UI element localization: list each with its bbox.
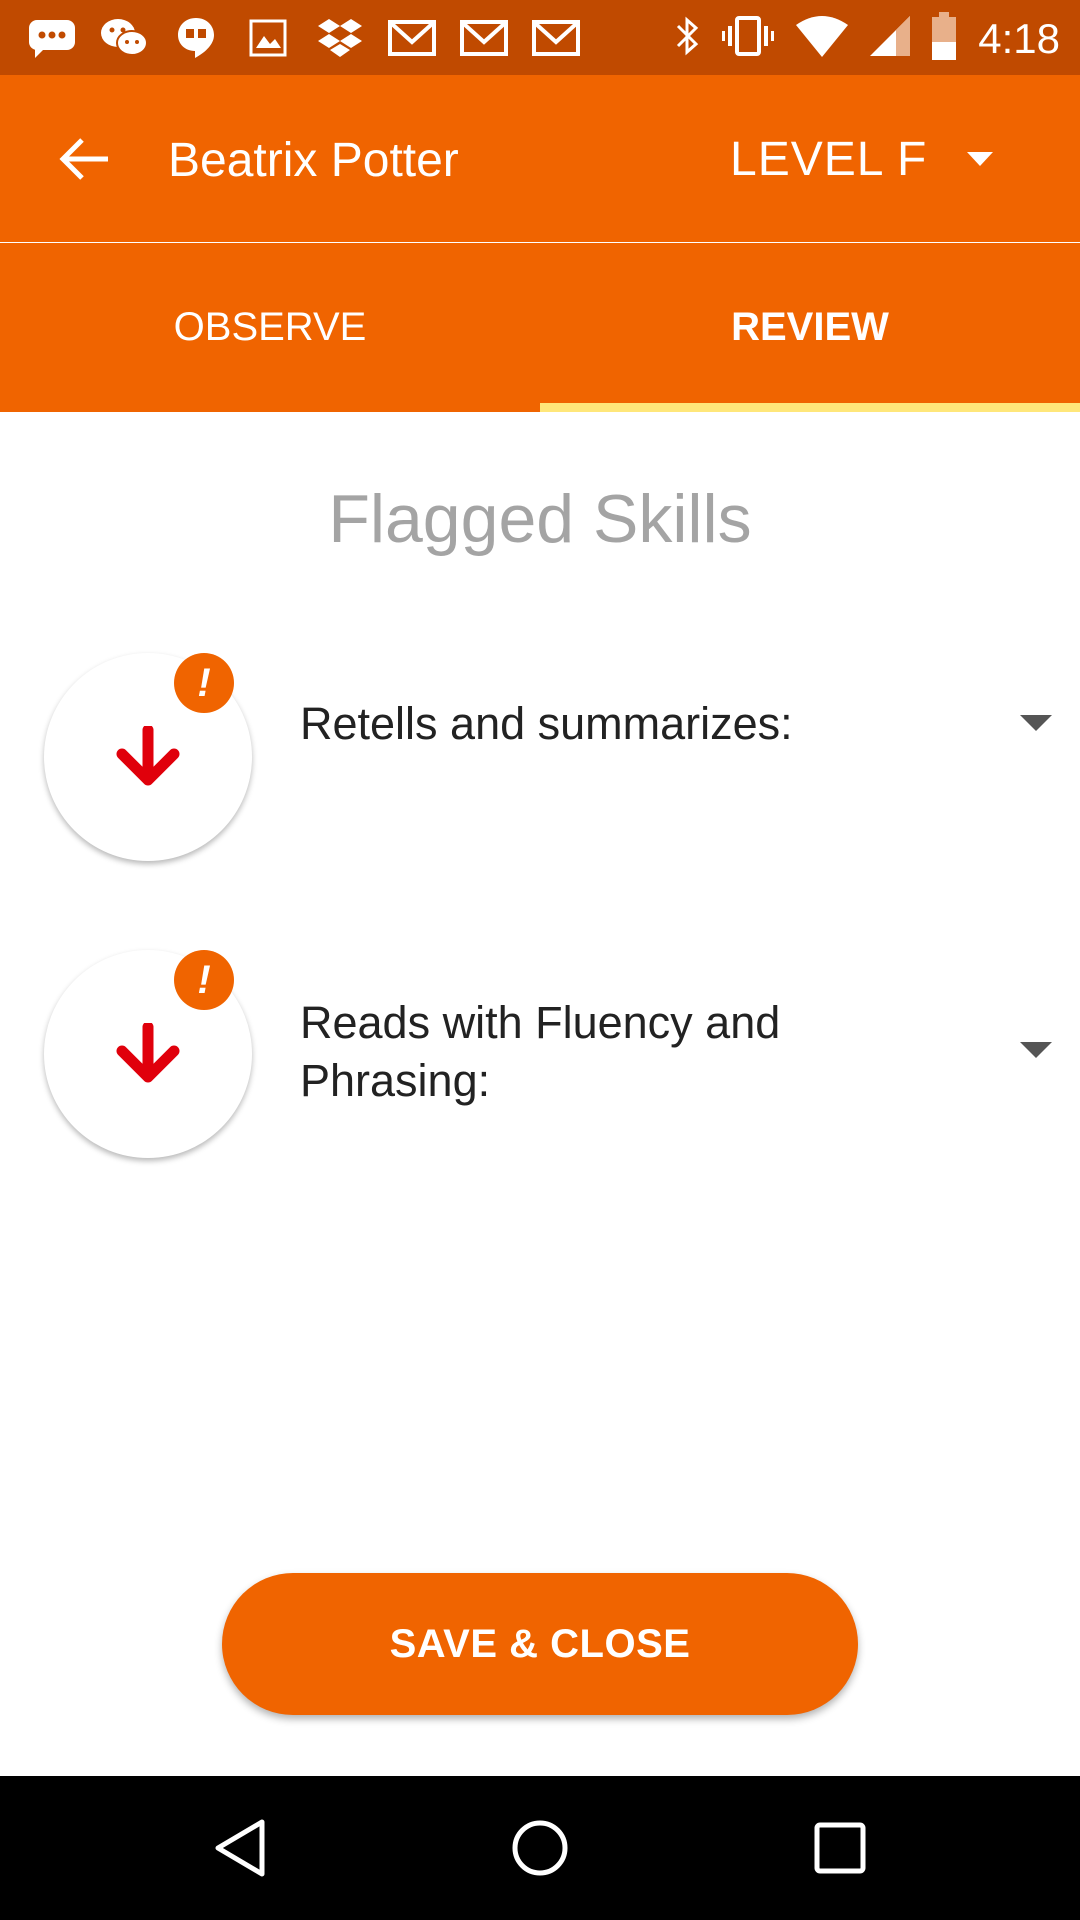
student-name: Beatrix Potter	[168, 134, 459, 187]
hangouts-icon	[170, 14, 222, 62]
tab-review-label: REVIEW	[731, 305, 889, 349]
expand-caret-icon[interactable]	[1018, 1038, 1054, 1062]
gmail-icon	[386, 14, 438, 62]
skill-label: Retells and summarizes:	[300, 698, 793, 749]
nav-home-button[interactable]	[500, 1808, 580, 1888]
tab-observe-label: OBSERVE	[173, 305, 367, 349]
gallery-icon	[242, 14, 294, 62]
system-icons: 4:18	[674, 12, 1060, 65]
clock: 4:18	[978, 14, 1060, 62]
expand-caret-icon[interactable]	[1018, 711, 1054, 735]
circle-home-icon	[512, 1820, 568, 1876]
nav-recents-button[interactable]	[800, 1808, 880, 1888]
page-title: Flagged Skills	[328, 481, 752, 557]
notification-icons	[26, 14, 582, 62]
app-toolbar: Beatrix Potter LEVEL F	[0, 75, 1080, 243]
level-label: LEVEL F	[730, 132, 928, 186]
tab-observe[interactable]: OBSERVE	[0, 243, 540, 412]
caret-down-icon	[967, 152, 994, 166]
flag-alert-icon: !	[174, 950, 234, 1010]
square-recents-icon	[814, 1822, 866, 1874]
cell-signal-icon	[870, 16, 911, 61]
tab-review[interactable]: REVIEW	[540, 243, 1080, 412]
level-dropdown[interactable]: LEVEL F	[730, 127, 994, 191]
save-close-label: SAVE & CLOSE	[389, 1621, 691, 1666]
vibrate-icon	[722, 14, 775, 63]
skill-label: Reads with Fluency and Phrasing:	[300, 997, 781, 1106]
gmail-icon	[530, 14, 582, 62]
dropbox-icon	[314, 14, 366, 62]
arrow-down-icon	[116, 1023, 180, 1083]
save-close-button[interactable]: SAVE & CLOSE	[222, 1573, 858, 1715]
arrow-left-icon	[59, 138, 108, 180]
status-bar: 4:18	[0, 0, 1080, 75]
battery-icon	[930, 12, 958, 65]
nav-back-button[interactable]	[200, 1808, 280, 1888]
triangle-back-icon	[215, 1819, 265, 1877]
flag-alert-icon: !	[174, 653, 234, 713]
bluetooth-icon	[674, 14, 702, 63]
system-nav-bar	[0, 1776, 1080, 1920]
tab-bar: OBSERVE REVIEW	[0, 243, 1080, 412]
wifi-icon	[794, 15, 850, 62]
gmail-icon	[458, 14, 510, 62]
arrow-down-icon	[116, 726, 180, 786]
wechat-icon	[98, 14, 150, 62]
back-button[interactable]	[52, 127, 116, 191]
active-tab-indicator	[540, 403, 1080, 412]
messages-icon	[26, 14, 78, 62]
